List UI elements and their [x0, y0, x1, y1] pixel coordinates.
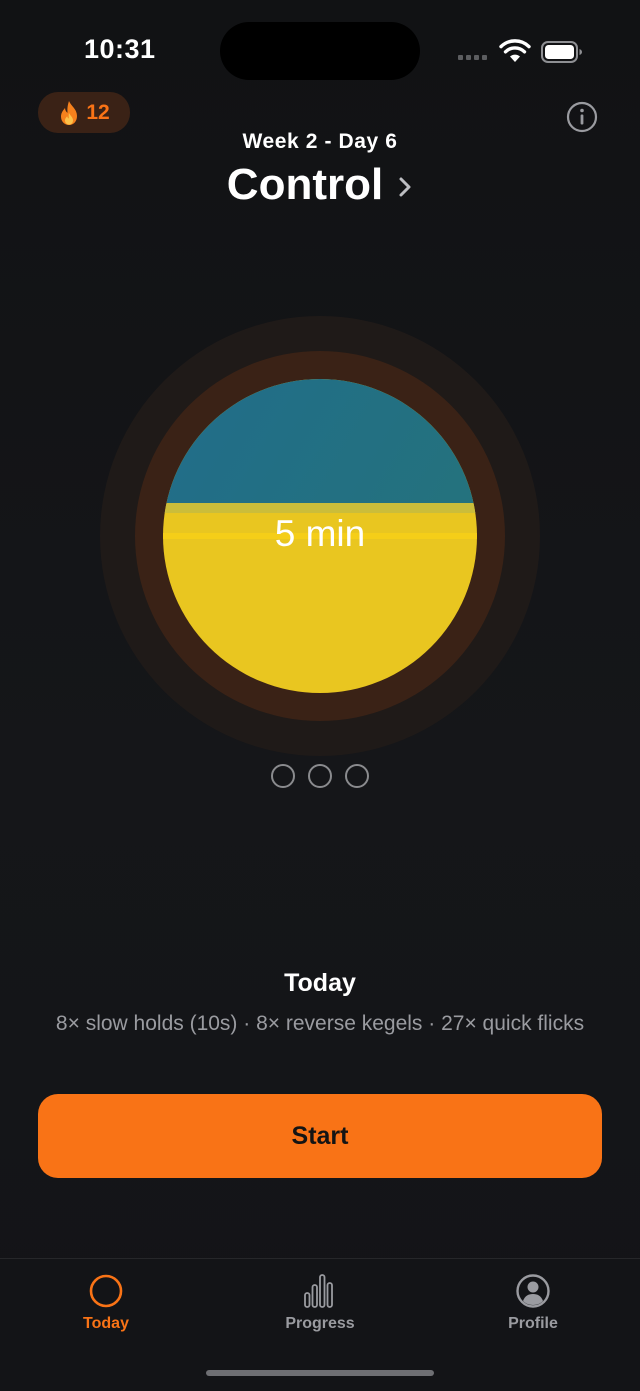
program-title-button[interactable]: Control [0, 160, 640, 210]
today-screen: 10:31 12 Week 2 - Day 6 Control 5 min To… [0, 0, 640, 1391]
tab-label: Profile [508, 1315, 558, 1332]
tab-label: Today [83, 1315, 129, 1332]
tab-today[interactable]: Today [36, 1273, 176, 1333]
set-progress-dots [0, 764, 640, 788]
tab-label: Progress [285, 1315, 355, 1332]
progress-dot [271, 764, 295, 788]
progress-dot [308, 764, 332, 788]
streak-badge[interactable]: 12 [38, 92, 130, 133]
duration-label: 5 min [274, 513, 366, 554]
battery-icon [541, 41, 582, 63]
session-circle[interactable]: 5 min [100, 316, 540, 756]
dynamic-island [220, 22, 420, 80]
streak-count: 12 [86, 100, 110, 124]
progress-dot [345, 764, 369, 788]
circle-icon [89, 1274, 123, 1308]
start-button[interactable]: Start [38, 1094, 602, 1178]
tab-progress[interactable]: Progress [250, 1273, 390, 1333]
home-indicator[interactable] [206, 1370, 434, 1376]
tab-profile[interactable]: Profile [463, 1273, 603, 1333]
program-title: Control [226, 160, 384, 209]
week-day-label: Week 2 - Day 6 [242, 130, 398, 153]
info-icon[interactable] [566, 101, 598, 133]
cellular-signal-icon [458, 55, 487, 60]
wifi-icon [499, 39, 531, 62]
fill-circle: 5 min [163, 379, 477, 693]
status-time: 10:31 [84, 34, 156, 64]
today-heading: Today [284, 969, 356, 997]
flame-icon [61, 100, 78, 125]
water-surface [163, 379, 477, 503]
bar-chart-icon [304, 1274, 333, 1308]
today-description: 8× slow holds (10s) · 8× reverse kegels … [55, 1012, 585, 1035]
person-circle-icon [516, 1274, 550, 1308]
water-line [163, 503, 477, 513]
chevron-right-icon [399, 177, 411, 197]
